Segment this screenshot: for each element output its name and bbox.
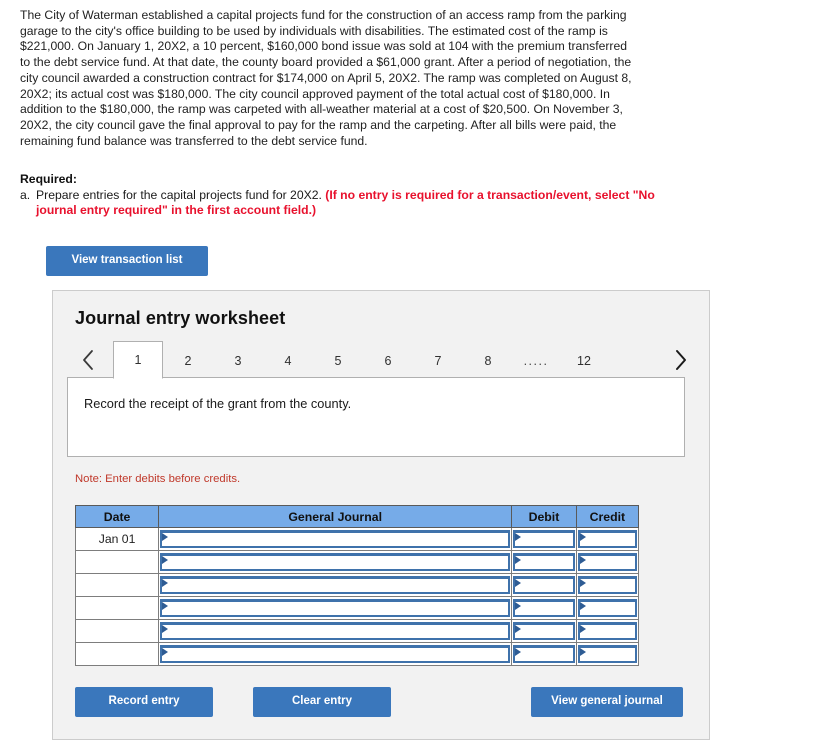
required-item-a: a. Prepare entries for the capital proje… bbox=[20, 188, 660, 219]
debit-input[interactable] bbox=[511, 550, 577, 574]
view-transaction-list-button[interactable]: View transaction list bbox=[46, 246, 208, 276]
column-header-general-journal: General Journal bbox=[158, 505, 513, 528]
credit-input[interactable] bbox=[575, 619, 640, 643]
credit-input[interactable] bbox=[575, 642, 640, 666]
general-journal-input[interactable] bbox=[158, 573, 513, 597]
worksheet-instruction-box: Record the receipt of the grant from the… bbox=[67, 377, 685, 457]
worksheet-title: Journal entry worksheet bbox=[75, 308, 286, 328]
pager-tab-list: 1 2 3 4 5 6 7 8 ..... 12 bbox=[113, 341, 609, 379]
required-section: Required: a. Prepare entries for the cap… bbox=[20, 172, 660, 219]
credit-field[interactable] bbox=[577, 530, 637, 548]
problem-narrative: The City of Waterman established a capit… bbox=[20, 8, 632, 148]
table-row bbox=[74, 550, 640, 574]
general-journal-input[interactable] bbox=[158, 619, 513, 643]
pager-tab-2[interactable]: 2 bbox=[163, 341, 213, 379]
pager-ellipsis: ..... bbox=[523, 353, 549, 368]
credit-input[interactable] bbox=[575, 596, 640, 620]
pager-tab-5[interactable]: 5 bbox=[313, 341, 363, 379]
clear-entry-button[interactable]: Clear entry bbox=[253, 687, 391, 717]
column-header-date: Date bbox=[74, 505, 160, 528]
required-item-marker: a. bbox=[20, 187, 31, 202]
credit-input[interactable] bbox=[575, 550, 640, 574]
credit-field[interactable] bbox=[577, 645, 637, 663]
account-select-field[interactable] bbox=[160, 576, 511, 594]
account-select-field[interactable] bbox=[160, 622, 511, 640]
date-cell[interactable] bbox=[74, 619, 160, 643]
account-select-field[interactable] bbox=[160, 645, 511, 663]
general-journal-input[interactable] bbox=[158, 642, 513, 666]
table-row bbox=[74, 619, 640, 643]
date-cell[interactable] bbox=[74, 550, 160, 574]
date-cell[interactable] bbox=[74, 642, 160, 666]
debit-input[interactable] bbox=[511, 596, 577, 620]
debit-field[interactable] bbox=[513, 599, 575, 617]
required-item-text: Prepare entries for the capital projects… bbox=[36, 188, 660, 219]
table-row bbox=[74, 642, 640, 666]
debits-before-credits-note: Note: Enter debits before credits. bbox=[75, 473, 241, 485]
credit-input[interactable] bbox=[575, 527, 640, 551]
credit-field[interactable] bbox=[577, 599, 637, 617]
table-row bbox=[74, 573, 640, 597]
account-select-field[interactable] bbox=[160, 530, 511, 548]
record-entry-button[interactable]: Record entry bbox=[75, 687, 213, 717]
pager-tab-6[interactable]: 6 bbox=[363, 341, 413, 379]
date-cell[interactable] bbox=[74, 596, 160, 620]
journal-entry-table: Date General Journal Debit Credit Jan 01 bbox=[74, 505, 640, 666]
worksheet-instruction-text: Record the receipt of the grant from the… bbox=[84, 396, 352, 411]
debit-field[interactable] bbox=[513, 553, 575, 571]
pager-tab-1[interactable]: 1 bbox=[113, 341, 163, 379]
credit-field[interactable] bbox=[577, 553, 637, 571]
required-item-plain: Prepare entries for the capital projects… bbox=[36, 187, 326, 202]
required-heading: Required: bbox=[20, 172, 77, 186]
pager-tab-8[interactable]: 8 bbox=[463, 341, 513, 379]
pager-tab-7[interactable]: 7 bbox=[413, 341, 463, 379]
table-row bbox=[74, 596, 640, 620]
date-cell[interactable] bbox=[74, 573, 160, 597]
debit-field[interactable] bbox=[513, 576, 575, 594]
pager-tab-12[interactable]: 12 bbox=[559, 341, 609, 379]
debit-field[interactable] bbox=[513, 622, 575, 640]
debit-input[interactable] bbox=[511, 619, 577, 643]
date-cell[interactable]: Jan 01 bbox=[74, 527, 160, 551]
general-journal-input[interactable] bbox=[158, 527, 513, 551]
column-header-credit: Credit bbox=[575, 505, 640, 528]
debit-input[interactable] bbox=[511, 573, 577, 597]
credit-field[interactable] bbox=[577, 576, 637, 594]
general-journal-input[interactable] bbox=[158, 550, 513, 574]
pager-tab-4[interactable]: 4 bbox=[263, 341, 313, 379]
table-header-row: Date General Journal Debit Credit bbox=[74, 505, 640, 528]
credit-field[interactable] bbox=[577, 622, 637, 640]
chevron-right-icon[interactable] bbox=[669, 345, 691, 375]
table-row: Jan 01 bbox=[74, 527, 640, 551]
column-header-debit: Debit bbox=[511, 505, 577, 528]
general-journal-input[interactable] bbox=[158, 596, 513, 620]
debit-input[interactable] bbox=[511, 527, 577, 551]
worksheet-pager: 1 2 3 4 5 6 7 8 ..... 12 bbox=[67, 341, 699, 379]
account-select-field[interactable] bbox=[160, 553, 511, 571]
debit-field[interactable] bbox=[513, 645, 575, 663]
debit-input[interactable] bbox=[511, 642, 577, 666]
pager-tab-3[interactable]: 3 bbox=[213, 341, 263, 379]
chevron-left-icon[interactable] bbox=[77, 345, 99, 375]
account-select-field[interactable] bbox=[160, 599, 511, 617]
view-general-journal-button[interactable]: View general journal bbox=[531, 687, 683, 717]
credit-input[interactable] bbox=[575, 573, 640, 597]
debit-field[interactable] bbox=[513, 530, 575, 548]
journal-entry-worksheet-panel: Journal entry worksheet 1 2 3 4 5 6 7 8 … bbox=[52, 290, 710, 740]
